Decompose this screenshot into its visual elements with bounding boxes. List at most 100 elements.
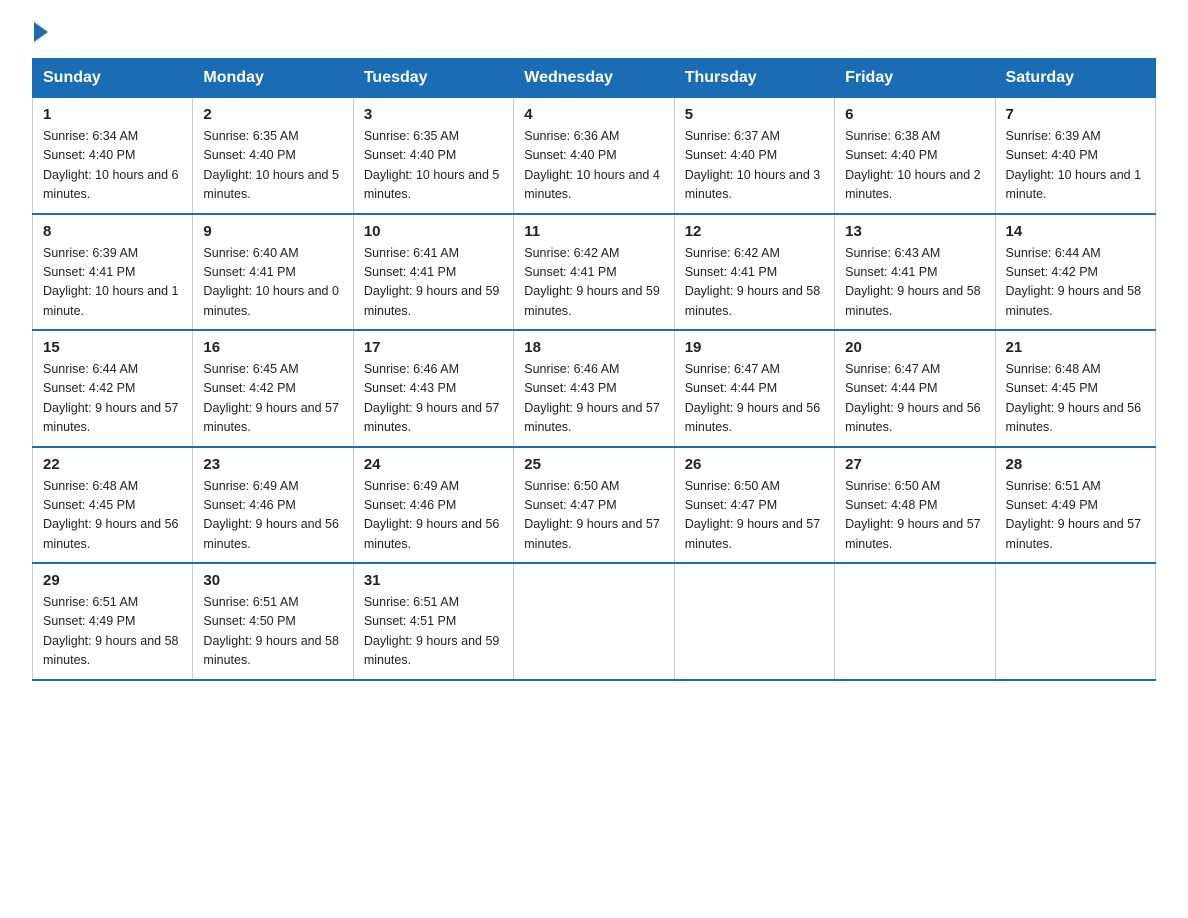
day-number: 24 [364, 456, 503, 473]
day-info: Sunrise: 6:50 AMSunset: 4:47 PMDaylight:… [685, 479, 821, 551]
day-number: 19 [685, 339, 824, 356]
calendar-cell: 3 Sunrise: 6:35 AMSunset: 4:40 PMDayligh… [353, 98, 513, 214]
calendar-cell: 2 Sunrise: 6:35 AMSunset: 4:40 PMDayligh… [193, 98, 353, 214]
day-info: Sunrise: 6:39 AMSunset: 4:41 PMDaylight:… [43, 246, 179, 318]
day-info: Sunrise: 6:48 AMSunset: 4:45 PMDaylight:… [43, 479, 179, 551]
header-saturday: Saturday [995, 59, 1155, 98]
day-number: 14 [1006, 223, 1145, 240]
day-info: Sunrise: 6:44 AMSunset: 4:42 PMDaylight:… [43, 362, 179, 434]
day-number: 1 [43, 106, 182, 123]
day-info: Sunrise: 6:47 AMSunset: 4:44 PMDaylight:… [685, 362, 821, 434]
day-number: 15 [43, 339, 182, 356]
day-info: Sunrise: 6:40 AMSunset: 4:41 PMDaylight:… [203, 246, 339, 318]
calendar-cell: 22 Sunrise: 6:48 AMSunset: 4:45 PMDaylig… [33, 447, 193, 564]
calendar-cell: 20 Sunrise: 6:47 AMSunset: 4:44 PMDaylig… [835, 330, 995, 447]
day-info: Sunrise: 6:42 AMSunset: 4:41 PMDaylight:… [524, 246, 660, 318]
day-number: 17 [364, 339, 503, 356]
day-info: Sunrise: 6:51 AMSunset: 4:50 PMDaylight:… [203, 595, 339, 667]
calendar-cell: 18 Sunrise: 6:46 AMSunset: 4:43 PMDaylig… [514, 330, 674, 447]
day-info: Sunrise: 6:50 AMSunset: 4:48 PMDaylight:… [845, 479, 981, 551]
day-info: Sunrise: 6:35 AMSunset: 4:40 PMDaylight:… [364, 129, 500, 201]
calendar-cell: 25 Sunrise: 6:50 AMSunset: 4:47 PMDaylig… [514, 447, 674, 564]
day-info: Sunrise: 6:44 AMSunset: 4:42 PMDaylight:… [1006, 246, 1142, 318]
calendar-cell: 9 Sunrise: 6:40 AMSunset: 4:41 PMDayligh… [193, 214, 353, 331]
day-info: Sunrise: 6:39 AMSunset: 4:40 PMDaylight:… [1006, 129, 1142, 201]
calendar-cell: 8 Sunrise: 6:39 AMSunset: 4:41 PMDayligh… [33, 214, 193, 331]
day-number: 31 [364, 572, 503, 589]
calendar-cell [674, 563, 834, 680]
calendar-cell [514, 563, 674, 680]
day-info: Sunrise: 6:47 AMSunset: 4:44 PMDaylight:… [845, 362, 981, 434]
day-info: Sunrise: 6:49 AMSunset: 4:46 PMDaylight:… [364, 479, 500, 551]
day-info: Sunrise: 6:48 AMSunset: 4:45 PMDaylight:… [1006, 362, 1142, 434]
calendar-cell: 14 Sunrise: 6:44 AMSunset: 4:42 PMDaylig… [995, 214, 1155, 331]
calendar-cell: 10 Sunrise: 6:41 AMSunset: 4:41 PMDaylig… [353, 214, 513, 331]
day-number: 20 [845, 339, 984, 356]
day-number: 3 [364, 106, 503, 123]
day-number: 9 [203, 223, 342, 240]
calendar-week-row: 15 Sunrise: 6:44 AMSunset: 4:42 PMDaylig… [33, 330, 1156, 447]
calendar-cell: 29 Sunrise: 6:51 AMSunset: 4:49 PMDaylig… [33, 563, 193, 680]
header-tuesday: Tuesday [353, 59, 513, 98]
page-header [32, 24, 1156, 42]
day-number: 2 [203, 106, 342, 123]
day-info: Sunrise: 6:42 AMSunset: 4:41 PMDaylight:… [685, 246, 821, 318]
calendar-cell [835, 563, 995, 680]
day-number: 6 [845, 106, 984, 123]
day-number: 28 [1006, 456, 1145, 473]
calendar-week-row: 1 Sunrise: 6:34 AMSunset: 4:40 PMDayligh… [33, 98, 1156, 214]
calendar-cell: 13 Sunrise: 6:43 AMSunset: 4:41 PMDaylig… [835, 214, 995, 331]
day-number: 25 [524, 456, 663, 473]
calendar-cell: 31 Sunrise: 6:51 AMSunset: 4:51 PMDaylig… [353, 563, 513, 680]
day-info: Sunrise: 6:51 AMSunset: 4:51 PMDaylight:… [364, 595, 500, 667]
day-number: 8 [43, 223, 182, 240]
day-info: Sunrise: 6:36 AMSunset: 4:40 PMDaylight:… [524, 129, 660, 201]
day-info: Sunrise: 6:34 AMSunset: 4:40 PMDaylight:… [43, 129, 179, 201]
day-number: 30 [203, 572, 342, 589]
day-info: Sunrise: 6:46 AMSunset: 4:43 PMDaylight:… [524, 362, 660, 434]
day-number: 12 [685, 223, 824, 240]
calendar-cell: 28 Sunrise: 6:51 AMSunset: 4:49 PMDaylig… [995, 447, 1155, 564]
day-number: 22 [43, 456, 182, 473]
day-number: 27 [845, 456, 984, 473]
day-info: Sunrise: 6:41 AMSunset: 4:41 PMDaylight:… [364, 246, 500, 318]
calendar-cell: 16 Sunrise: 6:45 AMSunset: 4:42 PMDaylig… [193, 330, 353, 447]
day-number: 26 [685, 456, 824, 473]
header-thursday: Thursday [674, 59, 834, 98]
day-number: 10 [364, 223, 503, 240]
day-info: Sunrise: 6:51 AMSunset: 4:49 PMDaylight:… [43, 595, 179, 667]
day-number: 13 [845, 223, 984, 240]
calendar-cell: 15 Sunrise: 6:44 AMSunset: 4:42 PMDaylig… [33, 330, 193, 447]
logo-triangle-icon [34, 22, 48, 42]
day-info: Sunrise: 6:43 AMSunset: 4:41 PMDaylight:… [845, 246, 981, 318]
day-info: Sunrise: 6:35 AMSunset: 4:40 PMDaylight:… [203, 129, 339, 201]
day-number: 21 [1006, 339, 1145, 356]
day-number: 18 [524, 339, 663, 356]
day-info: Sunrise: 6:46 AMSunset: 4:43 PMDaylight:… [364, 362, 500, 434]
day-number: 29 [43, 572, 182, 589]
header-monday: Monday [193, 59, 353, 98]
calendar-cell: 12 Sunrise: 6:42 AMSunset: 4:41 PMDaylig… [674, 214, 834, 331]
calendar-week-row: 22 Sunrise: 6:48 AMSunset: 4:45 PMDaylig… [33, 447, 1156, 564]
day-number: 4 [524, 106, 663, 123]
day-info: Sunrise: 6:38 AMSunset: 4:40 PMDaylight:… [845, 129, 981, 201]
calendar-cell: 7 Sunrise: 6:39 AMSunset: 4:40 PMDayligh… [995, 98, 1155, 214]
day-info: Sunrise: 6:51 AMSunset: 4:49 PMDaylight:… [1006, 479, 1142, 551]
day-number: 7 [1006, 106, 1145, 123]
calendar-cell: 5 Sunrise: 6:37 AMSunset: 4:40 PMDayligh… [674, 98, 834, 214]
calendar-cell: 1 Sunrise: 6:34 AMSunset: 4:40 PMDayligh… [33, 98, 193, 214]
header-wednesday: Wednesday [514, 59, 674, 98]
day-info: Sunrise: 6:45 AMSunset: 4:42 PMDaylight:… [203, 362, 339, 434]
calendar-table: SundayMondayTuesdayWednesdayThursdayFrid… [32, 58, 1156, 681]
day-info: Sunrise: 6:49 AMSunset: 4:46 PMDaylight:… [203, 479, 339, 551]
calendar-cell: 26 Sunrise: 6:50 AMSunset: 4:47 PMDaylig… [674, 447, 834, 564]
calendar-cell: 17 Sunrise: 6:46 AMSunset: 4:43 PMDaylig… [353, 330, 513, 447]
calendar-week-row: 29 Sunrise: 6:51 AMSunset: 4:49 PMDaylig… [33, 563, 1156, 680]
calendar-week-row: 8 Sunrise: 6:39 AMSunset: 4:41 PMDayligh… [33, 214, 1156, 331]
calendar-cell [995, 563, 1155, 680]
logo [32, 24, 48, 42]
calendar-cell: 24 Sunrise: 6:49 AMSunset: 4:46 PMDaylig… [353, 447, 513, 564]
calendar-cell: 19 Sunrise: 6:47 AMSunset: 4:44 PMDaylig… [674, 330, 834, 447]
calendar-cell: 23 Sunrise: 6:49 AMSunset: 4:46 PMDaylig… [193, 447, 353, 564]
day-info: Sunrise: 6:37 AMSunset: 4:40 PMDaylight:… [685, 129, 821, 201]
